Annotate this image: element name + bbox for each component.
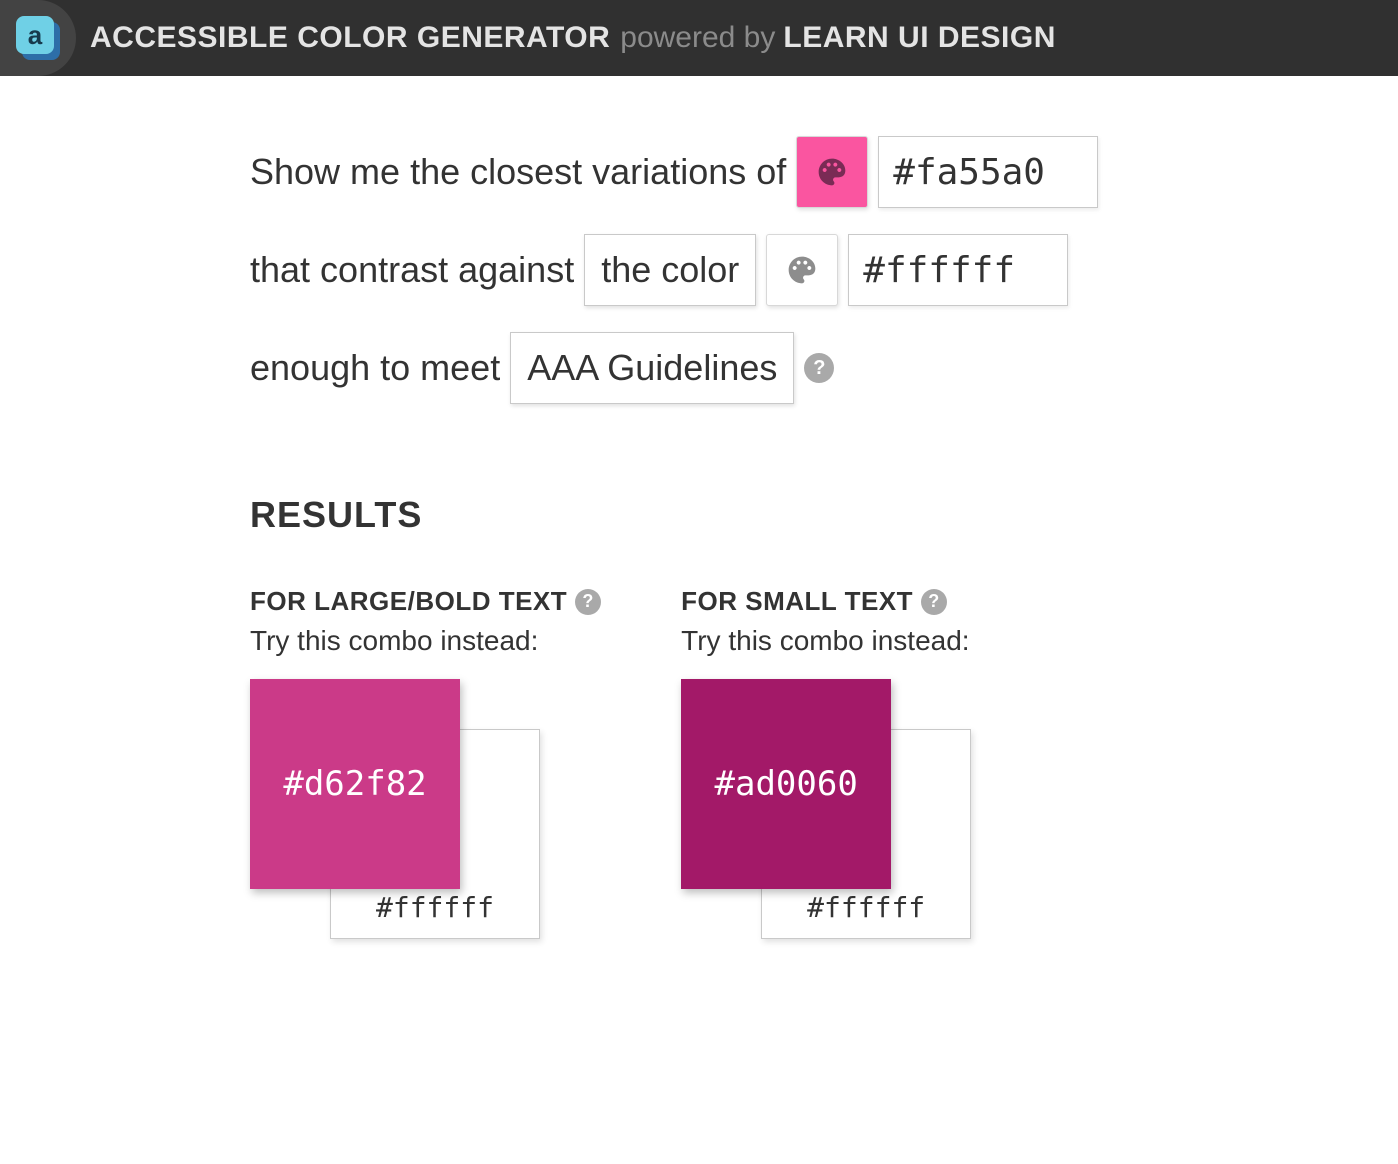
prompt-row-1: Show me the closest variations of [250, 136, 1150, 208]
result-small-text: FOR SMALL TEXT ? Try this combo instead:… [681, 586, 971, 939]
prompt-text-2: that contrast against [250, 249, 574, 291]
result-small-subtitle: Try this combo instead: [681, 625, 971, 657]
logo-container: a [0, 0, 76, 76]
palette-icon [786, 254, 818, 286]
app-header: a ACCESSIBLE COLOR GENERATOR powered by … [0, 0, 1398, 76]
result-small-title: FOR SMALL TEXT [681, 586, 913, 617]
guideline-select[interactable]: AAA Guidelines [510, 332, 794, 404]
combo-small: #ffffff #ad0060 [681, 679, 971, 939]
prompt-text-3: enough to meet [250, 347, 500, 389]
app-title: ACCESSIBLE COLOR GENERATOR [90, 21, 610, 55]
logo-icon[interactable]: a [16, 16, 60, 60]
prompt-row-3: enough to meet AAA Guidelines ? [250, 332, 1150, 404]
result-small-title-row: FOR SMALL TEXT ? [681, 586, 971, 617]
result-large-text: FOR LARGE/BOLD TEXT ? Try this combo ins… [250, 586, 601, 939]
results-grid: FOR LARGE/BOLD TEXT ? Try this combo ins… [250, 586, 1150, 939]
prompt-text-1: Show me the closest variations of [250, 151, 786, 193]
brand-link[interactable]: LEARN UI DESIGN [783, 21, 1056, 55]
palette-icon [816, 156, 848, 188]
source-color-swatch[interactable] [796, 136, 868, 208]
background-color-swatch[interactable] [766, 234, 838, 306]
logo-letter: a [16, 16, 54, 54]
help-icon[interactable]: ? [921, 589, 947, 615]
help-icon[interactable]: ? [804, 353, 834, 383]
combo-large: #ffffff #d62f82 [250, 679, 540, 939]
prompt-row-2: that contrast against the color [250, 234, 1150, 306]
result-large-subtitle: Try this combo instead: [250, 625, 601, 657]
powered-by-label: powered by [620, 21, 775, 55]
main-content: Show me the closest variations of that c… [0, 76, 1150, 939]
background-mode-select[interactable]: the color [584, 234, 756, 306]
combo-small-front-swatch[interactable]: #ad0060 [681, 679, 891, 889]
combo-large-front-swatch[interactable]: #d62f82 [250, 679, 460, 889]
background-hex-input[interactable] [848, 234, 1068, 306]
result-large-title-row: FOR LARGE/BOLD TEXT ? [250, 586, 601, 617]
results-heading: RESULTS [250, 494, 1150, 536]
source-hex-input[interactable] [878, 136, 1098, 208]
help-icon[interactable]: ? [575, 589, 601, 615]
result-large-title: FOR LARGE/BOLD TEXT [250, 586, 567, 617]
